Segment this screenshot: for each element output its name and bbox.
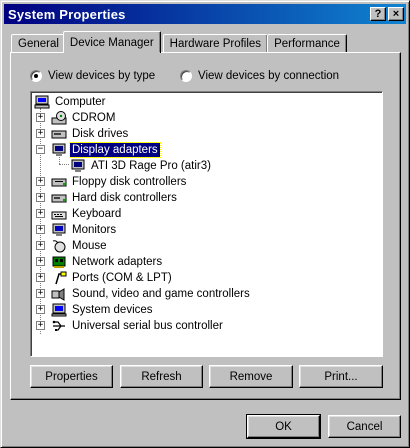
mouse-icon — [51, 239, 67, 253]
floppy-controller-icon — [51, 175, 67, 189]
radio-label-by-connection: View devices by connection — [198, 70, 340, 82]
help-button[interactable]: ? — [370, 7, 386, 21]
title-bar[interactable]: System Properties ? × — [4, 4, 406, 24]
tree-item-mouse[interactable]: Mouse — [51, 238, 109, 254]
tree-item-keyboard[interactable]: Keyboard — [51, 206, 123, 222]
tree-item-monitors[interactable]: Monitors — [51, 222, 118, 238]
expander-network[interactable]: + — [36, 257, 45, 266]
expander-mouse[interactable]: + — [36, 241, 45, 250]
tree-item-network-adapters[interactable]: Network adapters — [51, 254, 164, 270]
view-mode-group: View devices by type View devices by con… — [30, 68, 350, 84]
device-tree[interactable]: Computer CDROM Disk drives Display adapt… — [30, 91, 383, 357]
computer-icon — [34, 95, 50, 109]
tree-label: Monitors — [72, 224, 117, 236]
refresh-button[interactable]: Refresh — [120, 365, 203, 388]
tree-label: System devices — [72, 304, 153, 316]
tree-item-floppy-controllers[interactable]: Floppy disk controllers — [51, 174, 188, 190]
tab-strip: General Device Manager Hardware Profiles… — [11, 31, 347, 55]
tab-performance[interactable]: Performance — [267, 34, 347, 53]
usb-icon — [51, 319, 67, 333]
ok-button[interactable]: OK — [246, 414, 321, 439]
expander-usb[interactable]: + — [36, 321, 45, 330]
tree-item-ports[interactable]: Ports (COM & LPT) — [51, 270, 174, 286]
expander-cdrom[interactable]: + — [36, 113, 45, 122]
tree-item-disk-drives[interactable]: Disk drives — [51, 126, 130, 142]
tab-general[interactable]: General — [11, 34, 66, 53]
tab-hardware-profiles[interactable]: Hardware Profiles — [162, 34, 269, 53]
tree-label: Network adapters — [72, 256, 163, 268]
expander-display-adapters[interactable]: − — [36, 145, 45, 154]
radio-view-by-connection[interactable]: View devices by connection — [180, 68, 339, 84]
radio-dot[interactable] — [180, 70, 192, 82]
expander-sound[interactable]: + — [36, 289, 45, 298]
expander-system-devices[interactable]: + — [36, 305, 45, 314]
remove-button[interactable]: Remove — [209, 365, 293, 388]
tree-label: Ports (COM & LPT) — [72, 272, 172, 284]
port-icon — [51, 271, 67, 285]
tree-item-usb[interactable]: Universal serial bus controller — [51, 318, 225, 334]
window-title: System Properties — [8, 6, 126, 22]
expander-ports[interactable]: + — [36, 273, 45, 282]
cdrom-icon — [51, 111, 67, 125]
tree-item-sound[interactable]: Sound, video and game controllers — [51, 286, 252, 302]
tree-item-cdrom[interactable]: CDROM — [51, 110, 117, 126]
system-properties-window: System Properties ? × General Device Man… — [0, 0, 410, 448]
expander-disk-drives[interactable]: + — [36, 129, 45, 138]
tree-item-ati-rage-pro[interactable]: ATI 3D Rage Pro (atir3) — [70, 158, 213, 174]
tree-connector — [59, 164, 69, 165]
properties-button[interactable]: Properties — [30, 365, 113, 388]
system-device-icon — [51, 303, 67, 317]
keyboard-icon — [51, 207, 67, 221]
tree-label: CDROM — [72, 112, 116, 124]
radio-view-by-type[interactable]: View devices by type — [30, 68, 180, 84]
disk-drive-icon — [51, 127, 67, 141]
radio-dot-selected[interactable] — [30, 70, 42, 82]
tree-label: Mouse — [72, 240, 107, 252]
expander-floppy[interactable]: + — [36, 177, 45, 186]
tree-label: Hard disk controllers — [72, 192, 177, 204]
network-adapter-icon — [51, 255, 67, 269]
tree-label: Keyboard — [72, 208, 122, 220]
expander-monitors[interactable]: + — [36, 225, 45, 234]
monitor-icon — [51, 143, 67, 157]
monitor-icon — [70, 159, 86, 173]
tab-device-manager[interactable]: Device Manager — [62, 31, 161, 55]
close-button[interactable]: × — [388, 7, 404, 21]
tree-label-selected: Display adapters — [69, 142, 161, 158]
tree-item-system-devices[interactable]: System devices — [51, 302, 155, 318]
tree-label: Universal serial bus controller — [72, 320, 223, 332]
hdd-controller-icon — [51, 191, 67, 205]
tree-label: ATI 3D Rage Pro (atir3) — [91, 160, 211, 172]
expander-keyboard[interactable]: + — [36, 209, 45, 218]
monitor-icon — [51, 223, 67, 237]
print-button[interactable]: Print... — [299, 365, 383, 388]
sound-icon — [51, 287, 67, 301]
tree-root-computer[interactable]: Computer — [34, 94, 108, 110]
tree-item-display-adapters[interactable]: Display adapters — [51, 142, 161, 158]
tree-connector — [40, 108, 41, 334]
cancel-button[interactable]: Cancel — [328, 415, 401, 438]
expander-hdd[interactable]: + — [36, 193, 45, 202]
tree-label: Disk drives — [72, 128, 129, 140]
tree-label: Sound, video and game controllers — [72, 288, 250, 300]
tree-label: Computer — [55, 96, 106, 108]
radio-label-by-type: View devices by type — [48, 70, 156, 82]
tree-item-hdd-controllers[interactable]: Hard disk controllers — [51, 190, 179, 206]
tree-label: Floppy disk controllers — [72, 176, 187, 188]
